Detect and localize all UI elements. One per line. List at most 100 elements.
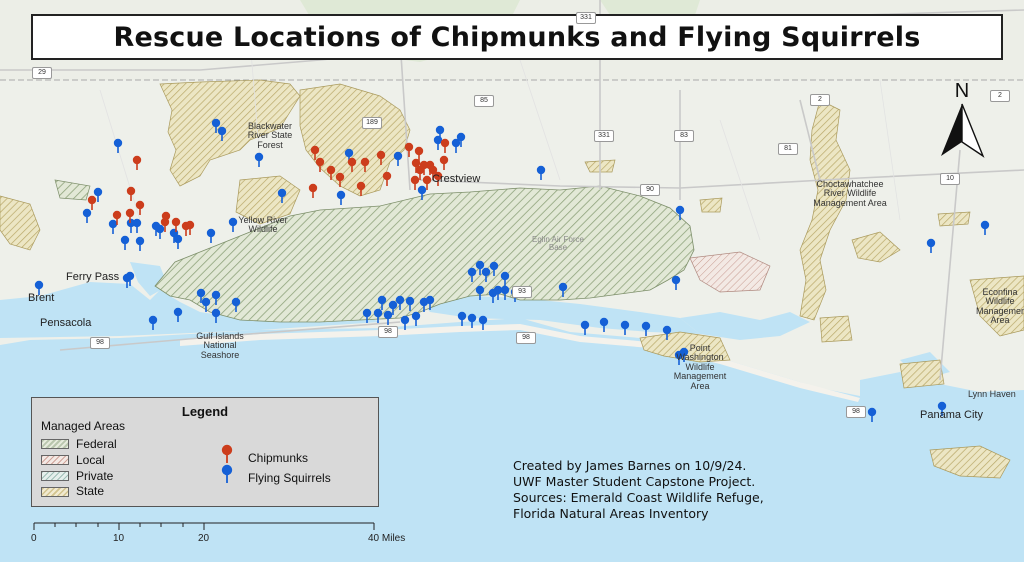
flying-squirrel-marker[interactable] <box>377 295 387 310</box>
chipmunk-marker[interactable] <box>347 157 357 172</box>
highway-shield: 83 <box>674 130 694 142</box>
chipmunk-marker[interactable] <box>87 195 97 210</box>
highway-shield: 331 <box>576 12 596 24</box>
flying-squirrel-marker[interactable] <box>113 138 123 153</box>
flying-squirrel-marker[interactable] <box>467 267 477 282</box>
highway-shield: 98 <box>846 406 866 418</box>
flying-squirrel-marker[interactable] <box>405 296 415 311</box>
flying-squirrel-marker[interactable] <box>451 138 461 153</box>
chipmunk-marker[interactable] <box>404 142 414 157</box>
credit-line: Sources: Emerald Coast Wildlife Refuge, <box>513 490 764 505</box>
flying-squirrel-marker[interactable] <box>217 126 227 141</box>
legend-swatch-state <box>41 487 69 497</box>
scale-label-10: 10 <box>113 533 125 544</box>
flying-squirrel-marker[interactable] <box>135 236 145 251</box>
credit-line: UWF Master Student Capstone Project. <box>513 474 756 489</box>
flying-squirrel-marker[interactable] <box>211 290 221 305</box>
north-arrow: N <box>938 80 986 160</box>
flying-squirrel-marker[interactable] <box>148 315 158 330</box>
chipmunk-marker[interactable] <box>308 183 318 198</box>
flying-squirrel-marker[interactable] <box>867 407 877 422</box>
highway-shield: 93 <box>512 286 532 298</box>
chipmunk-marker[interactable] <box>132 155 142 170</box>
flying-squirrel-marker[interactable] <box>383 310 393 325</box>
legend-swatch-local <box>41 455 69 465</box>
flying-squirrel-marker[interactable] <box>457 311 467 326</box>
legend-chipmunk-marker-icon <box>221 444 233 463</box>
flying-squirrel-marker[interactable] <box>425 295 435 310</box>
place-label-blackwater: Blackwater River State Forest <box>247 121 293 150</box>
flying-squirrel-marker[interactable] <box>926 238 936 253</box>
flying-squirrel-marker[interactable] <box>671 275 681 290</box>
map-title: Rescue Locations of Chipmunks and Flying… <box>113 21 921 53</box>
flying-squirrel-marker[interactable] <box>558 282 568 297</box>
flying-squirrel-marker[interactable] <box>599 317 609 332</box>
flying-squirrel-marker[interactable] <box>373 308 383 323</box>
flying-squirrel-marker[interactable] <box>980 220 990 235</box>
flying-squirrel-marker[interactable] <box>500 271 510 286</box>
place-label-econfina: Econfina Wildlife Management Area <box>976 287 1024 326</box>
flying-squirrel-marker[interactable] <box>395 295 405 310</box>
chipmunk-marker[interactable] <box>315 157 325 172</box>
flying-squirrel-marker[interactable] <box>211 308 221 323</box>
flying-squirrel-marker[interactable] <box>206 228 216 243</box>
flying-squirrel-marker[interactable] <box>173 234 183 249</box>
flying-squirrel-marker[interactable] <box>254 152 264 167</box>
highway-shield: 331 <box>594 130 614 142</box>
flying-squirrel-marker[interactable] <box>481 267 491 282</box>
flying-squirrel-marker[interactable] <box>336 190 346 205</box>
highway-shield: 81 <box>778 143 798 155</box>
chipmunk-marker[interactable] <box>356 181 366 196</box>
chipmunk-marker[interactable] <box>335 172 345 187</box>
flying-squirrel-marker[interactable] <box>231 297 241 312</box>
chipmunk-marker[interactable] <box>310 145 320 160</box>
map-canvas[interactable]: Rescue Locations of Chipmunks and Flying… <box>0 0 1024 562</box>
flying-squirrel-marker[interactable] <box>393 151 403 166</box>
map-title-box: Rescue Locations of Chipmunks and Flying… <box>31 14 1003 60</box>
chipmunk-marker[interactable] <box>376 150 386 165</box>
flying-squirrel-marker[interactable] <box>620 320 630 335</box>
flying-squirrel-marker[interactable] <box>417 185 427 200</box>
flying-squirrel-marker[interactable] <box>467 313 477 328</box>
flying-squirrel-marker[interactable] <box>173 307 183 322</box>
legend-flying-squirrel-marker-icon <box>221 464 233 483</box>
flying-squirrel-marker[interactable] <box>400 315 410 330</box>
flying-squirrel-marker[interactable] <box>155 224 165 239</box>
highway-shield: 189 <box>362 117 382 129</box>
flying-squirrel-marker[interactable] <box>82 208 92 223</box>
chipmunk-marker[interactable] <box>360 157 370 172</box>
flying-squirrel-marker[interactable] <box>362 308 372 323</box>
legend-item-private: Private <box>76 469 114 483</box>
scale-label-0: 0 <box>31 533 37 544</box>
flying-squirrel-marker[interactable] <box>201 297 211 312</box>
flying-squirrel-marker[interactable] <box>277 188 287 203</box>
credits-block: Created by James Barnes on 10/9/24. UWF … <box>513 458 764 522</box>
flying-squirrel-marker[interactable] <box>488 288 498 303</box>
flying-squirrel-marker[interactable] <box>120 235 130 250</box>
place-label-choctawhatchee: Choctawhatchee River Wildlife Management… <box>813 179 887 208</box>
chipmunk-marker[interactable] <box>126 186 136 201</box>
legend-swatch-private <box>41 471 69 481</box>
flying-squirrel-marker[interactable] <box>108 219 118 234</box>
flying-squirrel-marker[interactable] <box>675 205 685 220</box>
legend-item-state: State <box>76 484 105 498</box>
highway-shield: 98 <box>378 326 398 338</box>
chipmunk-marker[interactable] <box>326 165 336 180</box>
chipmunk-marker[interactable] <box>439 155 449 170</box>
chipmunk-marker[interactable] <box>382 171 392 186</box>
flying-squirrel-marker[interactable] <box>536 165 546 180</box>
flying-squirrel-marker[interactable] <box>500 285 510 300</box>
flying-squirrel-marker[interactable] <box>411 311 421 326</box>
chipmunk-marker[interactable] <box>410 175 420 190</box>
chipmunk-marker[interactable] <box>135 200 145 215</box>
flying-squirrel-marker[interactable] <box>641 321 651 336</box>
flying-squirrel-marker[interactable] <box>478 315 488 330</box>
chipmunk-marker[interactable] <box>440 138 450 153</box>
flying-squirrel-marker[interactable] <box>580 320 590 335</box>
chipmunk-marker[interactable] <box>185 220 195 235</box>
flying-squirrel-marker[interactable] <box>662 325 672 340</box>
highway-shield: 10 <box>940 173 960 185</box>
flying-squirrel-marker[interactable] <box>489 261 499 276</box>
flying-squirrel-marker[interactable] <box>475 285 485 300</box>
flying-squirrel-marker[interactable] <box>132 218 142 233</box>
